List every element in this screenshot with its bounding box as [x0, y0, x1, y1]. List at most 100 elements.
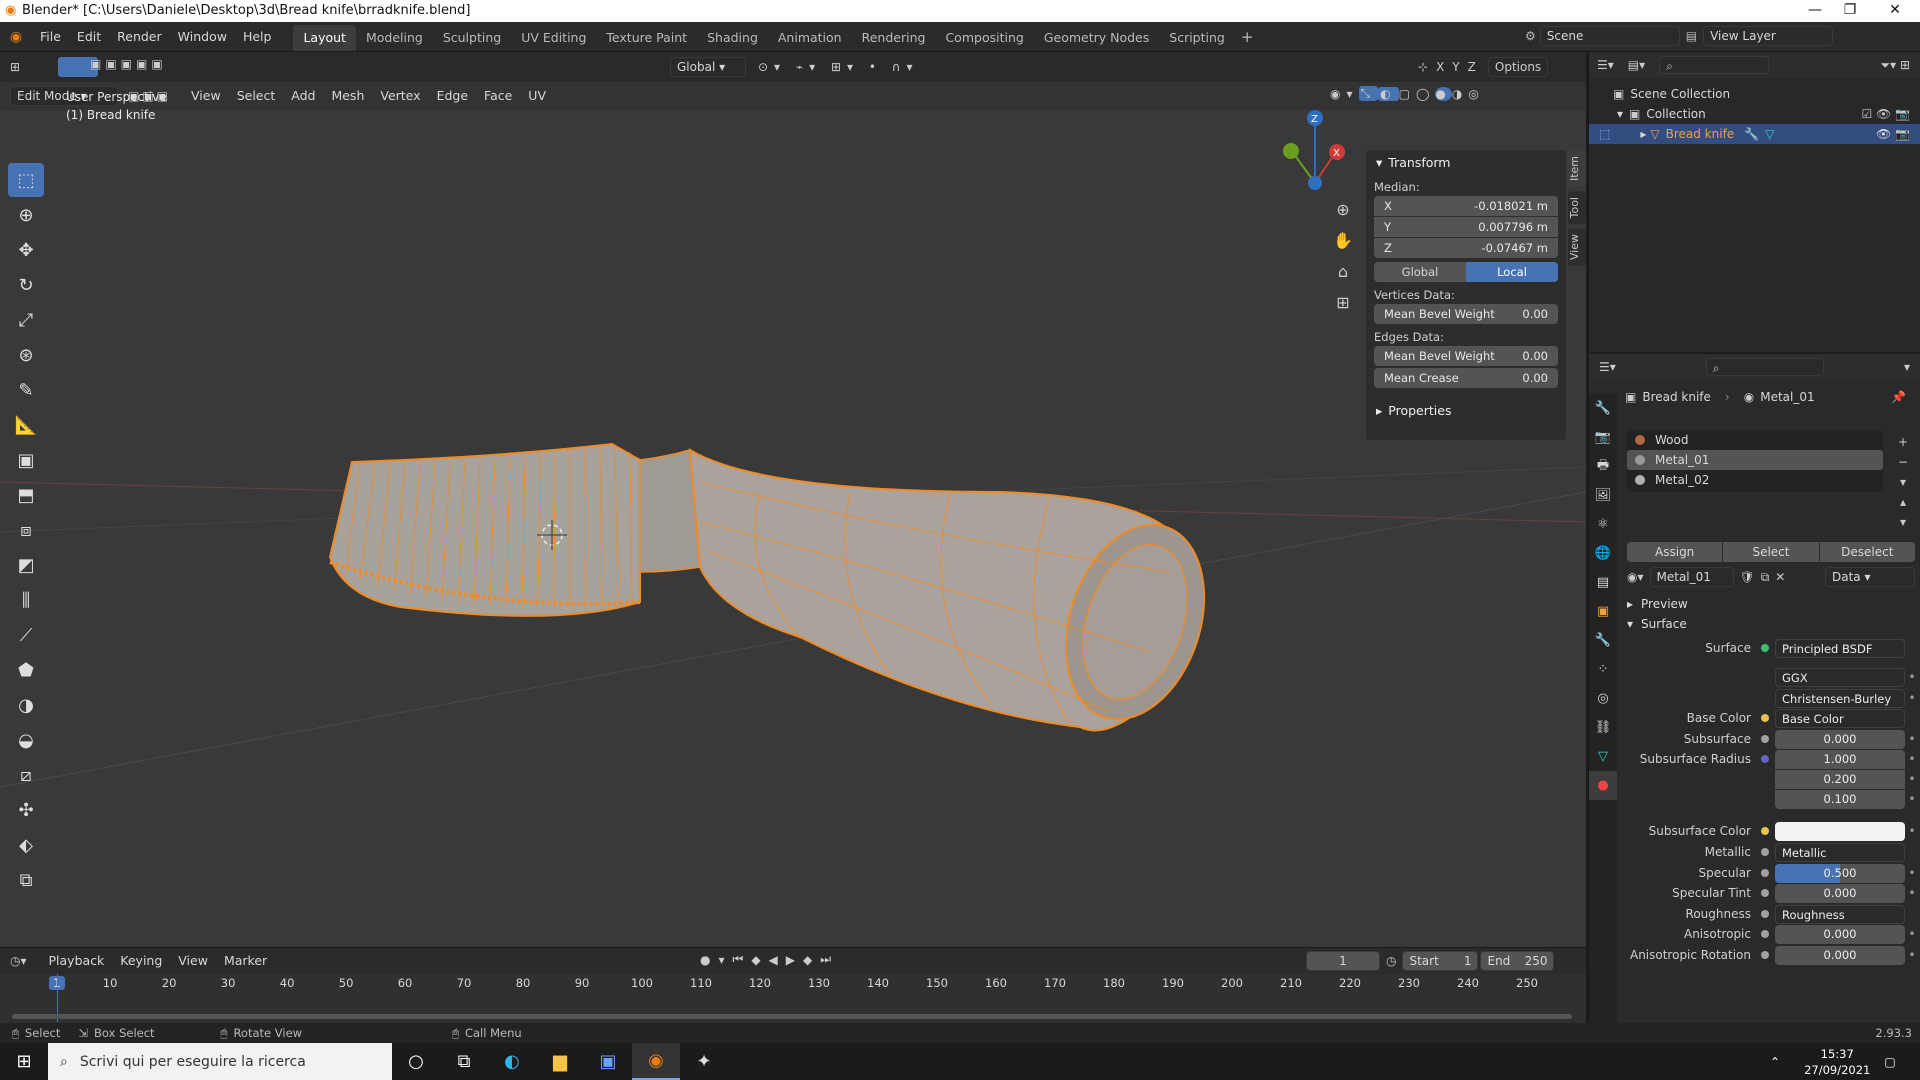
value-socket-icon[interactable] — [1761, 735, 1769, 743]
tab-scripting[interactable]: Scripting — [1159, 25, 1235, 51]
inset-tool-icon[interactable]: ⧈ — [8, 513, 44, 547]
timeline-menu-view[interactable]: View — [170, 947, 216, 975]
collection-tab-icon[interactable]: ▤ — [1589, 568, 1617, 597]
transform-tool-icon[interactable]: ⊛ — [8, 338, 44, 372]
mean-crease-field[interactable]: Mean Crease 0.00 — [1374, 368, 1558, 388]
tray-chevron-icon[interactable]: ⌃ — [1770, 1055, 1780, 1069]
jump-end-icon[interactable]: ⏭ — [820, 952, 839, 967]
camera-view-icon[interactable]: ⌂ — [1330, 256, 1356, 287]
metallic-field[interactable]: Metallic — [1775, 842, 1905, 862]
collapse-icon[interactable]: ▾ — [1376, 155, 1382, 170]
edge-bevel-field[interactable]: Mean Bevel Weight 0.00 — [1374, 346, 1558, 366]
specular-tint-field[interactable]: 0.000 — [1775, 883, 1905, 903]
material-name-field[interactable]: Metal_01 — [1649, 567, 1734, 587]
tab-view[interactable]: View — [1568, 228, 1586, 267]
timeline-type-icon[interactable]: ◷▾ — [10, 954, 27, 968]
value-socket-icon[interactable] — [1761, 889, 1769, 897]
surface-panel-header[interactable]: Surface — [1641, 617, 1687, 631]
file-explorer-icon[interactable]: ▆ — [536, 1043, 584, 1080]
median-x-field[interactable]: X -0.018021 m — [1374, 196, 1558, 216]
add-slot-icon[interactable]: + — [1895, 432, 1911, 452]
tab-uv-editing[interactable]: UV Editing — [511, 25, 596, 51]
3d-viewport[interactable]: ⊞ ▣▣▣▣▣ Global ▾ ⊙▾ ⌁▾ ⊞▾ • ∩▾ ⊹ X Y Z O… — [0, 52, 1586, 947]
value-socket-icon[interactable] — [1761, 951, 1769, 959]
navigation-gizmo[interactable]: Z X — [1283, 110, 1345, 190]
specular-slider[interactable]: 0.500 — [1775, 863, 1905, 883]
start-frame-field[interactable]: Start 1 — [1402, 951, 1479, 971]
loop-cut-tool-icon[interactable]: ⫼ — [8, 583, 44, 617]
tab-geometry-nodes[interactable]: Geometry Nodes — [1034, 25, 1159, 51]
spin-tool-icon[interactable]: ◑ — [8, 688, 44, 722]
timeline-scrollbar[interactable] — [12, 1014, 1572, 1019]
shear-tool-icon[interactable]: ⬖ — [8, 828, 44, 862]
link-dropdown[interactable]: Data ▾ — [1825, 567, 1915, 587]
object-tab-icon[interactable]: ▣ — [1589, 597, 1617, 626]
data-tab-icon[interactable]: ▽ — [1589, 742, 1617, 771]
filter-icon[interactable]: ⏷▾ ⊞ — [1881, 58, 1911, 73]
constraints-tab-icon[interactable]: ⛓ — [1589, 713, 1617, 742]
output-tab-icon[interactable]: 🖶 — [1589, 452, 1617, 481]
extrude-tool-icon[interactable]: ⬒ — [8, 478, 44, 512]
collection-visibility-icons[interactable]: ☑ 👁 📷 — [1861, 107, 1910, 121]
distribution-dropdown[interactable]: GGX — [1775, 667, 1905, 687]
material-slot-item[interactable]: Wood — [1627, 430, 1883, 450]
render-tab-icon[interactable]: 📷 — [1589, 423, 1617, 452]
notifications-icon[interactable]: ▢ — [1884, 1055, 1895, 1069]
tab-compositing[interactable]: Compositing — [935, 25, 1033, 51]
subsurface-radius-x-field[interactable]: 1.000 — [1775, 749, 1905, 769]
median-z-field[interactable]: Z -0.07467 m — [1374, 238, 1558, 258]
vertex-bevel-field[interactable]: Mean Bevel Weight 0.00 — [1374, 304, 1558, 324]
next-keyframe-icon[interactable]: ◆ — [803, 953, 820, 967]
material-tab-icon[interactable]: ● — [1589, 771, 1617, 800]
remove-slot-icon[interactable]: − — [1895, 452, 1911, 472]
properties-type-icon[interactable]: ☰▾ — [1599, 360, 1616, 374]
tab-sculpting[interactable]: Sculpting — [433, 25, 511, 51]
move-tool-icon[interactable]: ✥ — [8, 233, 44, 267]
properties-options-icon[interactable]: ▾ — [1904, 360, 1910, 374]
deselect-button[interactable]: Deselect — [1819, 542, 1915, 562]
view-layer-field[interactable]: View Layer — [1703, 26, 1834, 46]
tab-rendering[interactable]: Rendering — [852, 25, 936, 51]
outliner-type-icon[interactable]: ☰▾ — [1597, 58, 1614, 72]
add-cube-tool-icon[interactable]: ▣ — [8, 443, 44, 477]
tab-modeling[interactable]: Modeling — [356, 25, 433, 51]
rotate-tool-icon[interactable]: ↻ — [8, 268, 44, 302]
taskbar-search-input[interactable]: ⌕ Scrivi qui per eseguire la ricerca — [48, 1043, 392, 1080]
tab-animation[interactable]: Animation — [768, 25, 852, 51]
object-label[interactable]: Bread knife — [1666, 127, 1735, 141]
collapse-collection-icon[interactable]: ▾ — [1617, 107, 1623, 121]
subsurface-radius-z-field[interactable]: 0.100 — [1775, 789, 1905, 809]
world-tab-icon[interactable]: 🌐 — [1589, 539, 1617, 568]
color-socket-icon[interactable] — [1761, 714, 1769, 722]
knife-handle-mesh[interactable] — [688, 448, 1228, 737]
shader-socket-icon[interactable] — [1761, 644, 1769, 652]
expand-preview-icon[interactable]: ▸ — [1627, 597, 1633, 611]
edge-browser-icon[interactable]: ◐ — [488, 1043, 536, 1080]
scene-field[interactable]: Scene — [1539, 26, 1680, 46]
shrink-fatten-tool-icon[interactable]: ✣ — [8, 793, 44, 827]
subsurface-field[interactable]: 0.000 — [1775, 729, 1905, 749]
close-icon[interactable]: ✕ — [1880, 2, 1910, 18]
value-socket-icon[interactable] — [1761, 910, 1769, 918]
timeline-menu-playback[interactable]: Playback — [41, 947, 113, 975]
outliner-search-input[interactable]: ⌕ — [1659, 56, 1770, 74]
rip-tool-icon[interactable]: ⧉ — [8, 863, 44, 897]
local-toggle[interactable]: Local — [1466, 262, 1558, 282]
tab-item[interactable]: Item — [1568, 150, 1586, 188]
app-icon[interactable]: ▣ — [584, 1043, 632, 1080]
measure-tool-icon[interactable]: 📐 — [8, 408, 44, 442]
gimp-icon[interactable]: ✦ — [680, 1043, 728, 1080]
value-socket-icon[interactable] — [1761, 930, 1769, 938]
zoom-icon[interactable]: ⊕ — [1330, 194, 1356, 225]
collapse-surface-icon[interactable]: ▾ — [1627, 617, 1633, 631]
bevel-tool-icon[interactable]: ◩ — [8, 548, 44, 582]
assign-button[interactable]: Assign — [1627, 542, 1723, 562]
view-layer-tab-icon[interactable]: 🖼 — [1589, 481, 1617, 510]
preview-range-icon[interactable]: ◷ — [1386, 954, 1396, 968]
edge-slide-tool-icon[interactable]: ⧄ — [8, 758, 44, 792]
windows-start-icon[interactable]: ⊞ — [0, 1043, 48, 1080]
base-color-field[interactable]: Base Color — [1775, 708, 1905, 728]
add-workspace-icon[interactable]: + — [1241, 28, 1254, 46]
tab-shading[interactable]: Shading — [697, 25, 768, 51]
scene-tab-icon[interactable]: ⚛ — [1589, 510, 1617, 539]
